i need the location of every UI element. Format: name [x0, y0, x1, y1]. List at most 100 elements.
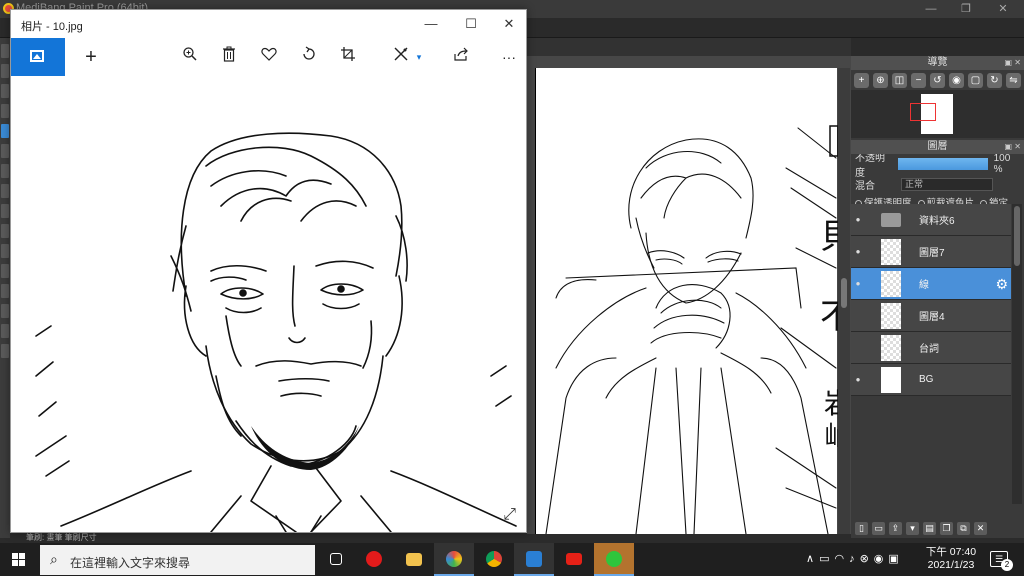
reset-rotation-icon[interactable]: ◉ — [949, 73, 964, 88]
manga-page-canvas[interactable]: 貝 不 岩 屾 — [535, 68, 854, 535]
rotate-left-icon[interactable]: ↺ — [930, 73, 945, 88]
layer-item-lines[interactable]: ● 線 ⚙ — [851, 268, 1011, 300]
picture-icon — [30, 50, 44, 62]
rotate-right-icon[interactable]: ↻ — [987, 73, 1002, 88]
minimize-icon[interactable]: — — [916, 1, 946, 17]
close-icon[interactable]: ✕ — [988, 1, 1018, 17]
photos-app[interactable] — [514, 543, 554, 576]
tool-icon[interactable] — [1, 224, 9, 238]
panel-close-icon[interactable]: ▣ ✕ — [1005, 56, 1021, 70]
notification-center-button[interactable]: ☰ 2 — [990, 551, 1013, 571]
delete-layer-icon[interactable]: ✕ — [974, 522, 987, 535]
zoom-in-icon[interactable]: + — [854, 73, 869, 88]
wifi-icon[interactable]: ◠ — [834, 553, 849, 565]
navigator-viewport-rect[interactable] — [910, 103, 936, 121]
photo-viewer-image[interactable]: ⤢ — [11, 76, 526, 532]
trash-icon[interactable] — [217, 46, 241, 68]
system-tray[interactable]: ∧▭◠♪⊗◉▣ — [806, 552, 904, 576]
taskbar-search-box[interactable]: ⌕ 在這裡輸入文字來搜尋 — [40, 545, 315, 575]
navigator-preview[interactable] — [851, 90, 1024, 138]
rotate-icon[interactable] — [297, 46, 321, 68]
tool-icon[interactable] — [1, 204, 9, 218]
tool-icon[interactable] — [1, 244, 9, 258]
task-view-button[interactable] — [316, 543, 356, 576]
tool-icon[interactable] — [1, 324, 9, 338]
tool-icon[interactable] — [1, 164, 9, 178]
layer-item-dialogue[interactable]: 台詞 — [851, 332, 1011, 364]
tool-icon[interactable] — [1, 284, 9, 298]
photos-titlebar[interactable]: 相片 - 10.jpg — ☐ ✕ — [11, 10, 526, 38]
layer-thumbnail — [881, 302, 901, 329]
visibility-icon[interactable]: ● — [851, 279, 865, 288]
tool-icon[interactable] — [1, 264, 9, 278]
fullscreen-icon[interactable]: ▢ — [968, 73, 983, 88]
manga-sketch-illustration: 貝 不 岩 屾 — [545, 125, 854, 535]
chrome-app[interactable] — [474, 543, 514, 576]
more-icon[interactable]: ··· — [497, 46, 521, 68]
tool-icon[interactable] — [1, 104, 9, 118]
keyboard-icon[interactable]: ▣ — [888, 553, 903, 565]
new-layer-icon[interactable]: ▯ — [855, 522, 868, 535]
tool-icon[interactable] — [1, 64, 9, 78]
medibang-statusbar: 筆刷: 畫筆 筆刷尺寸 — [10, 533, 527, 543]
chrome-icon — [486, 551, 502, 567]
status-x-icon[interactable]: ⊗ — [860, 553, 874, 565]
crop-icon[interactable] — [336, 46, 360, 68]
add-layer-dropdown-icon[interactable]: ▾ — [906, 522, 919, 535]
zoom-in-alt-icon[interactable]: ⊕ — [873, 73, 888, 88]
layer-item-layer7[interactable]: ● 圖層7 — [851, 236, 1011, 268]
netease-music-app[interactable] — [354, 543, 394, 576]
expand-icon[interactable]: ⤢ — [503, 506, 516, 524]
layer-list-scrollbar[interactable] — [1012, 204, 1022, 504]
restore-icon[interactable]: ❐ — [951, 1, 981, 17]
visibility-icon[interactable]: ● — [851, 247, 865, 256]
line-app[interactable] — [594, 543, 634, 576]
start-button[interactable] — [0, 543, 38, 576]
duplicate-layer-icon[interactable]: ❐ — [940, 522, 953, 535]
gear-icon[interactable]: ⚙ — [995, 276, 1008, 293]
file-explorer-app[interactable] — [394, 543, 434, 576]
maximize-icon[interactable]: ☐ — [453, 14, 489, 34]
visibility-icon[interactable]: ● — [851, 215, 865, 224]
tool-icon-selected[interactable] — [1, 124, 9, 138]
share-icon[interactable] — [449, 46, 473, 68]
navigator-tools: + ⊕ ◫ − ↺ ◉ ▢ ↻ ⇋ — [851, 70, 1024, 90]
tool-icon[interactable] — [1, 304, 9, 318]
scrollbar-thumb[interactable] — [841, 278, 847, 308]
zoom-icon[interactable] — [178, 46, 202, 68]
tool-icon[interactable] — [1, 344, 9, 358]
tool-icon[interactable] — [1, 184, 9, 198]
canvas-vertical-scrollbar[interactable] — [838, 68, 850, 534]
panel-close-icon[interactable]: ▣ ✕ — [1005, 140, 1021, 154]
medibang-app[interactable] — [434, 543, 474, 576]
collection-button[interactable] — [11, 38, 65, 76]
youtube-app[interactable] — [554, 543, 594, 576]
volume-icon[interactable]: ♪ — [849, 553, 860, 565]
tool-icon[interactable] — [1, 144, 9, 158]
network-icon[interactable]: ◉ — [874, 553, 889, 565]
fit-icon[interactable]: ◫ — [892, 73, 907, 88]
battery-icon[interactable]: ▭ — [819, 553, 834, 565]
new-layer-alt-icon[interactable]: ▭ — [872, 522, 885, 535]
chevron-up-icon[interactable]: ∧ — [806, 553, 819, 565]
merge-layer-icon[interactable]: ⧉ — [957, 522, 970, 535]
layer-item-folder6[interactable]: ● 資料夾6 — [851, 204, 1011, 236]
folder-add-icon[interactable]: ▤ — [923, 522, 936, 535]
import-layer-icon[interactable]: ⇪ — [889, 522, 902, 535]
add-icon[interactable]: + — [79, 46, 103, 68]
close-icon[interactable]: ✕ — [491, 14, 527, 34]
layer-item-layer4[interactable]: 圖層4 — [851, 300, 1011, 332]
minimize-icon[interactable]: — — [413, 14, 449, 34]
heart-icon[interactable] — [257, 46, 281, 68]
tool-icon[interactable] — [1, 84, 9, 98]
blend-mode-select[interactable]: 正常 — [901, 177, 993, 191]
chevron-down-icon[interactable]: ▾ — [407, 46, 431, 68]
layer-name: 圖層4 — [919, 312, 945, 323]
tool-icon[interactable] — [1, 44, 9, 58]
flip-icon[interactable]: ⇋ — [1006, 73, 1021, 88]
opacity-slider[interactable] — [898, 158, 988, 170]
taskbar-clock[interactable]: 下午 07:40 2021/1/23 — [922, 546, 980, 572]
visibility-icon[interactable]: ● — [851, 375, 865, 384]
layer-item-bg[interactable]: ● BG — [851, 364, 1011, 396]
zoom-out-icon[interactable]: − — [911, 73, 926, 88]
